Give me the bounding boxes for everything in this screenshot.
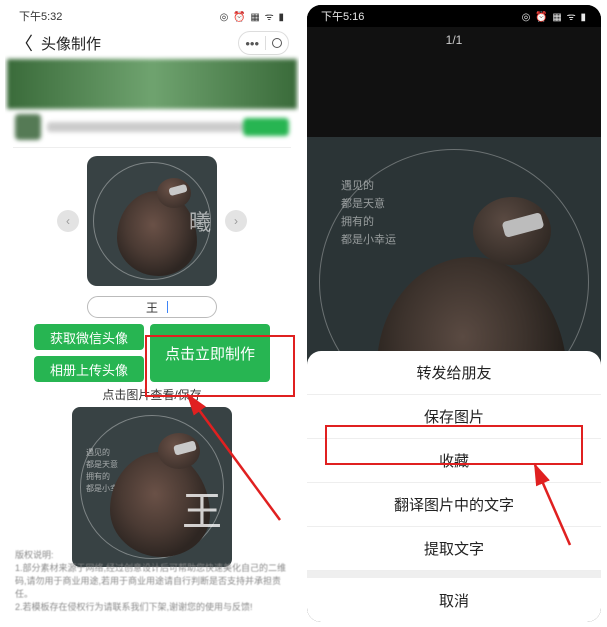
result-avatar[interactable]: 遇见的 都是天意 拥有的 都是小幸运 王 bbox=[72, 407, 232, 567]
phone-left: 下午5:32 ◎ ⏰ ▦ ᯤ ▮ 〈 头像制作 ••• ‹ 曦 › 王 bbox=[5, 5, 299, 622]
phone-right: 下午5:16 ◎ ⏰ ▦ ᯤ ▮ 1/1 遇见的 都是天意 拥有的 都是小幸运 … bbox=[307, 5, 601, 622]
page-title: 头像制作 bbox=[41, 33, 101, 54]
banner-image bbox=[7, 59, 297, 109]
status-time: 下午5:16 bbox=[321, 8, 364, 24]
cancel-button[interactable]: 取消 bbox=[307, 578, 601, 622]
image-counter: 1/1 bbox=[307, 33, 601, 47]
account-row[interactable] bbox=[5, 109, 299, 145]
preview-character: 曦 bbox=[189, 205, 211, 237]
favorite-button[interactable]: 收藏 bbox=[307, 439, 601, 483]
viewer-poem: 遇见的 都是天意 拥有的 都是小幸运 bbox=[341, 177, 396, 249]
name-input[interactable]: 王 bbox=[87, 296, 217, 318]
avatar-template-preview[interactable]: 曦 bbox=[87, 156, 217, 286]
prev-template-icon[interactable]: ‹ bbox=[57, 210, 79, 232]
nav-bar: 〈 头像制作 ••• bbox=[5, 27, 299, 59]
status-bar: 下午5:32 ◎ ⏰ ▦ ᯤ ▮ bbox=[5, 5, 299, 27]
copyright-footer: 版权说明: 1.部分素材来源于网络,经过创意设计后可帮助您快速美化自己的二维码,… bbox=[15, 549, 289, 614]
upload-from-album-button[interactable]: 相册上传头像 bbox=[34, 356, 144, 382]
make-now-button[interactable]: 点击立即制作 bbox=[150, 324, 270, 382]
status-bar: 下午5:16 ◎ ⏰ ▦ ᯤ ▮ bbox=[307, 5, 601, 27]
name-input-value: 王 bbox=[146, 299, 158, 316]
back-icon[interactable]: 〈 bbox=[15, 30, 33, 56]
translate-text-button[interactable]: 翻译图片中的文字 bbox=[307, 483, 601, 527]
account-name bbox=[47, 122, 243, 132]
account-avatar bbox=[15, 114, 41, 140]
image-viewer[interactable]: 1/1 遇见的 都是天意 拥有的 都是小幸运 王 bbox=[307, 27, 601, 397]
get-wechat-avatar-button[interactable]: 获取微信头像 bbox=[34, 324, 144, 350]
menu-dots-icon[interactable]: ••• bbox=[245, 36, 259, 51]
status-icons: ◎ ⏰ ▦ ᯤ ▮ bbox=[522, 9, 587, 23]
close-miniprogram-icon[interactable] bbox=[272, 38, 282, 48]
status-time: 下午5:32 bbox=[19, 8, 62, 24]
template-carousel: ‹ 曦 › bbox=[5, 150, 299, 290]
action-buttons: 获取微信头像 相册上传头像 点击立即制作 bbox=[5, 324, 299, 382]
save-hint: 点击图片查看/保存 bbox=[5, 386, 299, 403]
status-icons: ◎ ⏰ ▦ ᯤ ▮ bbox=[220, 9, 285, 23]
capsule-menu[interactable]: ••• bbox=[238, 31, 289, 55]
result-character: 王 bbox=[182, 479, 222, 537]
next-template-icon[interactable]: › bbox=[225, 210, 247, 232]
follow-button[interactable] bbox=[243, 118, 289, 136]
action-sheet: 转发给朋友 保存图片 收藏 翻译图片中的文字 提取文字 取消 bbox=[307, 351, 601, 622]
extract-text-button[interactable]: 提取文字 bbox=[307, 527, 601, 571]
forward-to-friend-button[interactable]: 转发给朋友 bbox=[307, 351, 601, 395]
save-image-button[interactable]: 保存图片 bbox=[307, 395, 601, 439]
